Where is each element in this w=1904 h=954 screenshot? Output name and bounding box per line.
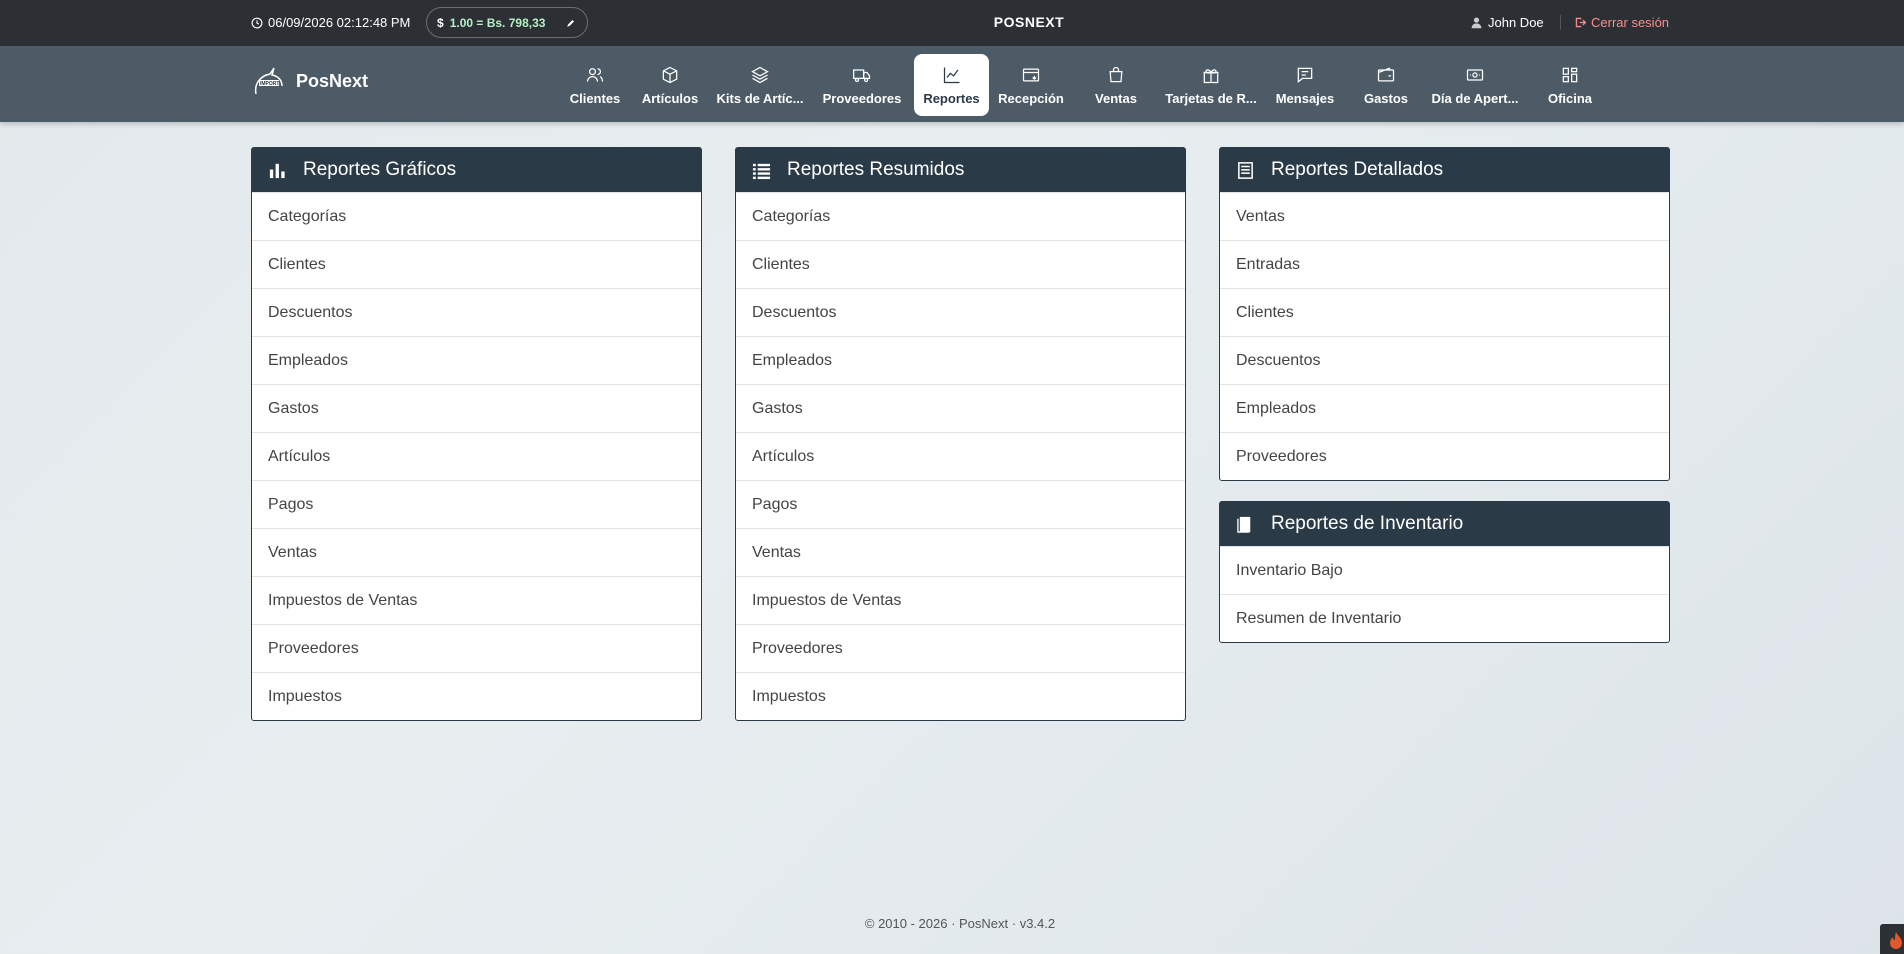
panel-header: Reportes de Inventario (1220, 502, 1669, 546)
user-name: John Doe (1488, 15, 1544, 30)
report-link-gastos[interactable]: Gastos (252, 384, 701, 432)
report-link-proveedores[interactable]: Proveedores (252, 624, 701, 672)
logout-icon (1575, 17, 1587, 28)
nav-label: Reportes (923, 90, 980, 106)
panel-reportes-graficos: Reportes Gráficos Categorías Clientes De… (251, 147, 702, 721)
panel-reportes-detallados: Reportes Detallados Ventas Entradas Clie… (1219, 147, 1670, 481)
main-navbar: IMPORT PosNext Clientes Artículos Kits d… (0, 46, 1904, 122)
nav-label: Día de Apert... (1431, 90, 1519, 106)
report-link-ventas[interactable]: Ventas (1220, 192, 1669, 240)
layers-icon (751, 66, 769, 83)
panel-header: Reportes Detallados (1220, 148, 1669, 192)
nav-menu: Clientes Artículos Kits de Artíc... Prov… (560, 54, 1615, 116)
nav-item-kits[interactable]: Kits de Artíc... (710, 54, 810, 116)
panel-header: Reportes Resumidos (736, 148, 1185, 192)
user-menu[interactable]: John Doe (1470, 15, 1544, 30)
nav-item-mensajes[interactable]: Mensajes (1263, 54, 1347, 116)
grid-icon (1562, 67, 1578, 82)
nav-label: Kits de Artíc... (716, 90, 804, 106)
report-link-categorias[interactable]: Categorías (736, 192, 1185, 240)
wallet-icon (1377, 67, 1395, 81)
report-link-resumen-inventario[interactable]: Resumen de Inventario (1220, 594, 1669, 642)
book-icon (1237, 516, 1251, 533)
chart-line-icon (943, 67, 959, 83)
list-icon (752, 163, 771, 179)
shopping-bag-icon (1109, 66, 1123, 82)
report-link-entradas[interactable]: Entradas (1220, 240, 1669, 288)
panel-title: Reportes Resumidos (787, 159, 965, 180)
document-list-icon (1238, 161, 1253, 179)
nav-label: Oficina (1547, 90, 1593, 106)
box-icon (662, 66, 678, 83)
logout-link[interactable]: Cerrar sesión (1574, 15, 1669, 30)
logo-text: PosNext (296, 70, 369, 91)
panel-title: Reportes Gráficos (303, 159, 457, 180)
inbox-icon (1022, 68, 1040, 81)
report-link-empleados[interactable]: Empleados (1220, 384, 1669, 432)
report-link-impuestos[interactable]: Impuestos (252, 672, 701, 720)
report-link-impuestos-ventas[interactable]: Impuestos de Ventas (736, 576, 1185, 624)
message-icon (1297, 67, 1313, 83)
report-link-inventario-bajo[interactable]: Inventario Bajo (1220, 546, 1669, 594)
nav-item-clientes[interactable]: Clientes (560, 54, 630, 116)
report-link-gastos[interactable]: Gastos (736, 384, 1185, 432)
report-link-clientes[interactable]: Clientes (252, 240, 701, 288)
report-link-clientes[interactable]: Clientes (1220, 288, 1669, 336)
report-link-impuestos[interactable]: Impuestos (736, 672, 1185, 720)
flame-icon (1890, 932, 1902, 949)
report-link-articulos[interactable]: Artículos (252, 432, 701, 480)
report-link-clientes[interactable]: Clientes (736, 240, 1185, 288)
report-link-categorias[interactable]: Categorías (252, 192, 701, 240)
nav-item-proveedores[interactable]: Proveedores (810, 54, 914, 116)
report-link-pagos[interactable]: Pagos (736, 480, 1185, 528)
user-icon (1471, 17, 1482, 29)
report-link-proveedores[interactable]: Proveedores (1220, 432, 1669, 480)
nav-item-tarjetas[interactable]: Tarjetas de R... (1159, 54, 1263, 116)
nav-item-oficina[interactable]: Oficina (1525, 54, 1615, 116)
panel-reportes-resumidos: Reportes Resumidos Categorías Clientes D… (735, 147, 1186, 721)
nav-label: Tarjetas de R... (1165, 90, 1257, 106)
report-link-pagos[interactable]: Pagos (252, 480, 701, 528)
report-link-descuentos[interactable]: Descuentos (736, 288, 1185, 336)
report-link-articulos[interactable]: Artículos (736, 432, 1185, 480)
logout-label: Cerrar sesión (1591, 15, 1670, 30)
report-link-descuentos[interactable]: Descuentos (1220, 336, 1669, 384)
app-logo[interactable]: IMPORT PosNext (250, 66, 368, 96)
report-link-ventas[interactable]: Ventas (736, 528, 1185, 576)
nav-label: Recepción (998, 90, 1064, 106)
report-link-impuestos-ventas[interactable]: Impuestos de Ventas (252, 576, 701, 624)
report-link-ventas[interactable]: Ventas (252, 528, 701, 576)
nav-item-ventas[interactable]: Ventas (1073, 54, 1159, 116)
corner-widget[interactable] (1880, 924, 1904, 954)
nav-item-articulos[interactable]: Artículos (630, 54, 710, 116)
users-icon (586, 67, 604, 82)
divider (1560, 15, 1561, 30)
cash-icon (1466, 68, 1484, 81)
report-link-empleados[interactable]: Empleados (252, 336, 701, 384)
nav-label: Clientes (569, 90, 621, 106)
nav-item-reportes[interactable]: Reportes (914, 54, 989, 116)
svg-text:IMPORT: IMPORT (260, 81, 279, 87)
nav-label: Artículos (641, 90, 699, 106)
nav-label: Gastos (1363, 90, 1409, 106)
top-bar: 06/09/2026 02:12:48 PM $ 1.00 = Bs. 798,… (0, 0, 1904, 46)
nav-label: Ventas (1095, 90, 1137, 106)
footer-text: © 2010 - 2026 · PosNext · v3.4.2 (864, 916, 1056, 931)
nav-label: Proveedores (822, 90, 902, 106)
bar-chart-icon (269, 163, 285, 178)
nav-label: Mensajes (1275, 90, 1335, 106)
report-link-descuentos[interactable]: Descuentos (252, 288, 701, 336)
nav-item-recepcion[interactable]: Recepción (989, 54, 1073, 116)
nav-item-gastos[interactable]: Gastos (1347, 54, 1425, 116)
panel-title: Reportes Detallados (1271, 159, 1444, 180)
panel-reportes-inventario: Reportes de Inventario Inventario Bajo R… (1219, 501, 1670, 643)
panel-title: Reportes de Inventario (1271, 513, 1464, 534)
report-link-empleados[interactable]: Empleados (736, 336, 1185, 384)
logo-icon: IMPORT (254, 67, 283, 95)
panel-header: Reportes Gráficos (252, 148, 701, 192)
truck-icon (853, 68, 871, 82)
nav-item-dia-apertura[interactable]: Día de Apert... (1425, 54, 1525, 116)
report-link-proveedores[interactable]: Proveedores (736, 624, 1185, 672)
gift-icon (1203, 68, 1219, 83)
